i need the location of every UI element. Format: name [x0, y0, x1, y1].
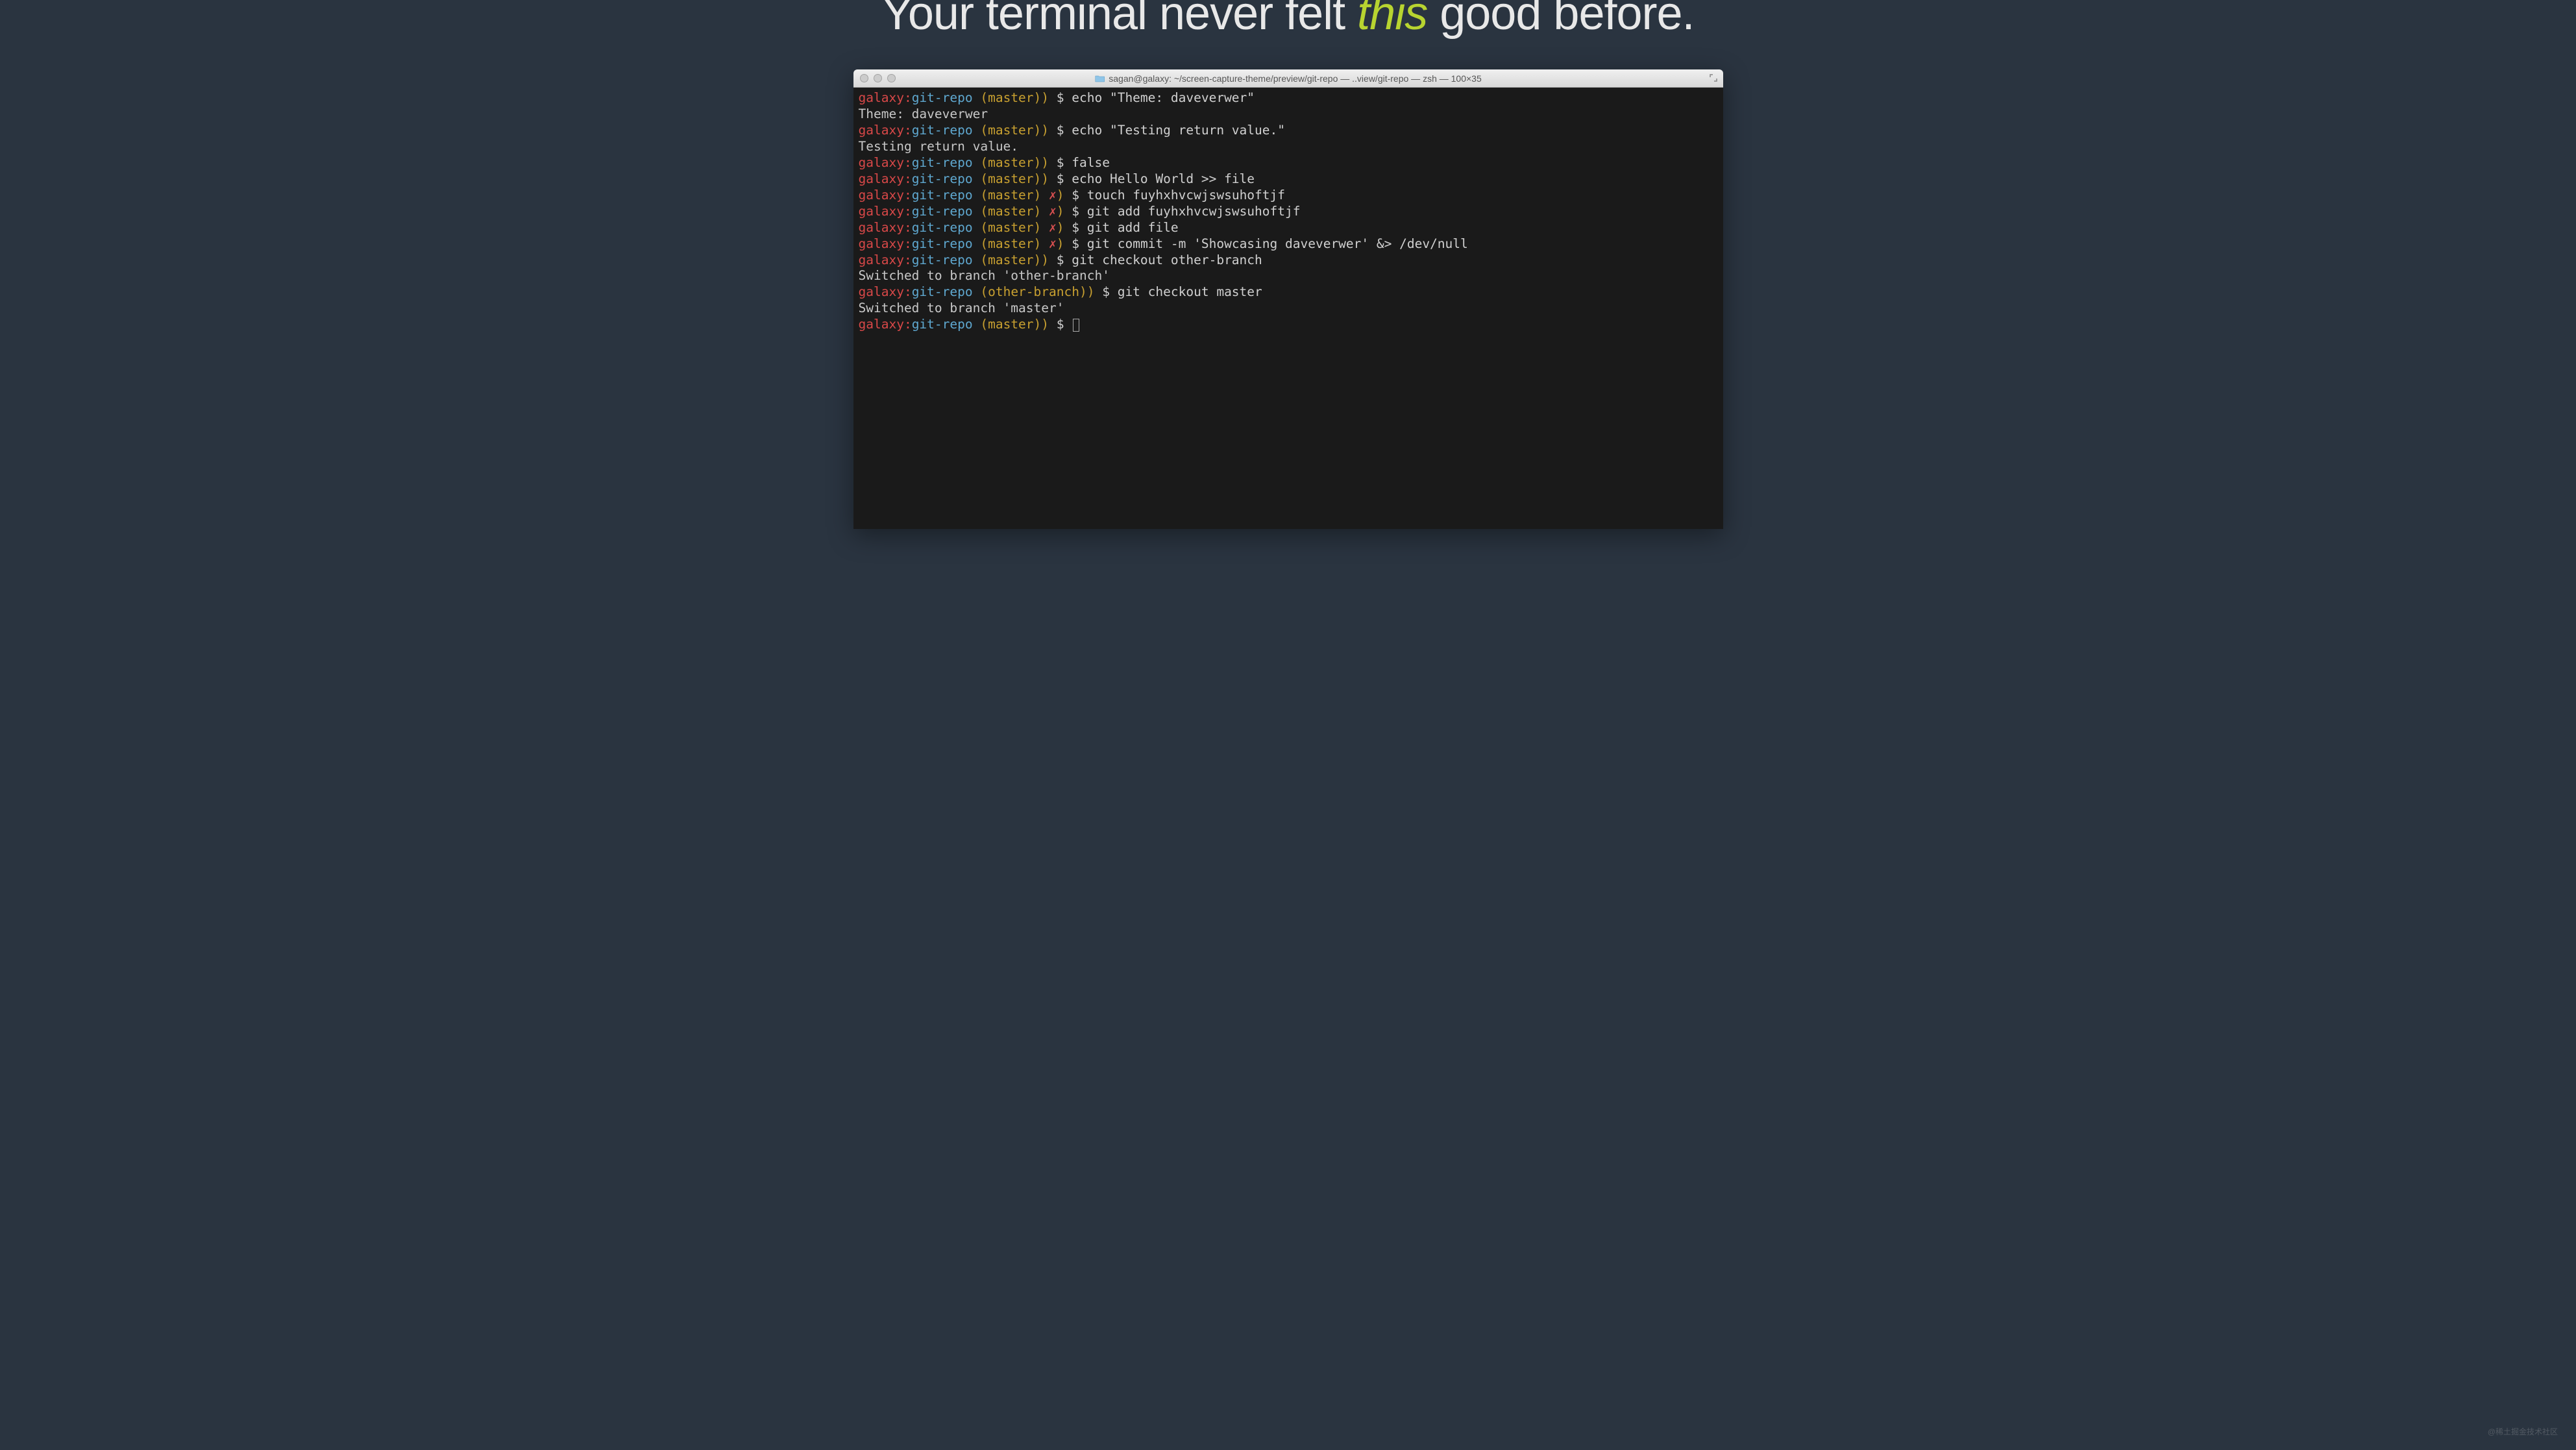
prompt-branch-close: )	[1057, 188, 1064, 203]
terminal-prompt-line: galaxy:git-repo (master)) $	[859, 317, 1718, 333]
prompt-branch-close: )	[1057, 236, 1064, 251]
output-text: Theme: daveverwer	[859, 106, 988, 121]
folder-icon	[1094, 75, 1105, 82]
prompt-host: galaxy:	[859, 284, 912, 299]
zoom-button[interactable]	[887, 74, 896, 82]
terminal-prompt-line: galaxy:git-repo (master) ✗) $ git add fi…	[859, 220, 1718, 236]
terminal-output-line: Switched to branch 'master'	[859, 301, 1718, 317]
prompt-path: git-repo	[912, 284, 981, 299]
prompt-symbol: $	[1049, 123, 1072, 138]
prompt-branch: (master)	[980, 204, 1049, 219]
expand-icon[interactable]	[1709, 73, 1718, 86]
prompt-symbol: $	[1049, 317, 1072, 332]
watermark: @稀土掘金技术社区	[2488, 1426, 2558, 1437]
terminal-prompt-line: galaxy:git-repo (master) ✗) $ touch fuyh…	[859, 188, 1718, 204]
prompt-symbol: $	[1049, 171, 1072, 186]
prompt-host: galaxy:	[859, 188, 912, 203]
terminal-prompt-line: galaxy:git-repo (master)) $ echo "Theme:…	[859, 90, 1718, 106]
headline-before: Your terminal never felt	[881, 0, 1357, 40]
prompt-branch: (master))	[980, 155, 1049, 170]
prompt-path: git-repo	[912, 317, 981, 332]
prompt-host: galaxy:	[859, 155, 912, 170]
prompt-host: galaxy:	[859, 171, 912, 186]
prompt-branch: (master)	[980, 236, 1049, 251]
dirty-marker-icon: ✗	[1049, 188, 1057, 203]
prompt-symbol: $	[1094, 284, 1117, 299]
prompt-branch: (master))	[980, 171, 1049, 186]
prompt-symbol: $	[1049, 155, 1072, 170]
window-title: sagan@galaxy: ~/screen-capture-theme/pre…	[1094, 73, 1482, 84]
prompt-branch: (master)	[980, 220, 1049, 235]
prompt-symbol: $	[1064, 220, 1087, 235]
dirty-marker-icon: ✗	[1049, 220, 1057, 235]
command-text: git commit -m 'Showcasing daveverwer' &>…	[1087, 236, 1468, 251]
headline-after: good before.	[1427, 0, 1694, 40]
prompt-branch-close: )	[1057, 204, 1064, 219]
prompt-symbol: $	[1064, 204, 1087, 219]
prompt-host: galaxy:	[859, 220, 912, 235]
terminal-output-line: Testing return value.	[859, 139, 1718, 155]
prompt-path: git-repo	[912, 123, 981, 138]
terminal-prompt-line: galaxy:git-repo (master) ✗) $ git add fu…	[859, 204, 1718, 220]
terminal-prompt-line: galaxy:git-repo (master)) $ echo "Testin…	[859, 123, 1718, 139]
terminal-prompt-line: galaxy:git-repo (master)) $ false	[859, 155, 1718, 171]
terminal-output-line: Theme: daveverwer	[859, 106, 1718, 123]
command-text: git checkout master	[1118, 284, 1262, 299]
window-titlebar[interactable]: sagan@galaxy: ~/screen-capture-theme/pre…	[853, 69, 1723, 88]
window-title-text: sagan@galaxy: ~/screen-capture-theme/pre…	[1109, 73, 1482, 84]
command-text: touch fuyhxhvcwjswsuhoftjf	[1087, 188, 1285, 203]
prompt-path: git-repo	[912, 236, 981, 251]
prompt-host: galaxy:	[859, 236, 912, 251]
prompt-path: git-repo	[912, 252, 981, 267]
prompt-path: git-repo	[912, 220, 981, 235]
minimize-button[interactable]	[874, 74, 882, 82]
prompt-path: git-repo	[912, 188, 981, 203]
prompt-host: galaxy:	[859, 317, 912, 332]
command-text: echo "Theme: daveverwer"	[1072, 90, 1255, 105]
command-text: echo "Testing return value."	[1072, 123, 1285, 138]
terminal-prompt-line: galaxy:git-repo (master)) $ git checkout…	[859, 252, 1718, 269]
terminal-window: sagan@galaxy: ~/screen-capture-theme/pre…	[853, 69, 1723, 529]
terminal-prompt-line: galaxy:git-repo (master) ✗) $ git commit…	[859, 236, 1718, 252]
terminal-prompt-line: galaxy:git-repo (master)) $ echo Hello W…	[859, 171, 1718, 188]
prompt-host: galaxy:	[859, 90, 912, 105]
command-text: git checkout other-branch	[1072, 252, 1262, 267]
command-text: git add fuyhxhvcwjswsuhoftjf	[1087, 204, 1301, 219]
command-text: false	[1072, 155, 1110, 170]
prompt-symbol: $	[1064, 236, 1087, 251]
command-text: git add file	[1087, 220, 1179, 235]
prompt-branch: (master)	[980, 188, 1049, 203]
prompt-host: galaxy:	[859, 204, 912, 219]
prompt-branch: (other-branch))	[980, 284, 1094, 299]
prompt-branch: (master))	[980, 90, 1049, 105]
prompt-path: git-repo	[912, 204, 981, 219]
prompt-branch: (master))	[980, 123, 1049, 138]
prompt-path: git-repo	[912, 171, 981, 186]
dirty-marker-icon: ✗	[1049, 204, 1057, 219]
output-text: Testing return value.	[859, 139, 1019, 154]
prompt-branch: (master))	[980, 317, 1049, 332]
terminal-prompt-line: galaxy:git-repo (other-branch)) $ git ch…	[859, 284, 1718, 301]
headline-emphasis: this	[1357, 0, 1427, 40]
cursor-icon	[1073, 319, 1079, 332]
terminal-body[interactable]: galaxy:git-repo (master)) $ echo "Theme:…	[853, 88, 1723, 529]
close-button[interactable]	[860, 74, 868, 82]
prompt-symbol: $	[1049, 252, 1072, 267]
page-headline: Your terminal never felt this good befor…	[881, 0, 1694, 40]
output-text: Switched to branch 'other-branch'	[859, 268, 1110, 283]
output-text: Switched to branch 'master'	[859, 301, 1064, 315]
prompt-host: galaxy:	[859, 252, 912, 267]
traffic-lights	[860, 74, 896, 82]
prompt-symbol: $	[1049, 90, 1072, 105]
prompt-path: git-repo	[912, 155, 981, 170]
prompt-branch-close: )	[1057, 220, 1064, 235]
prompt-branch: (master))	[980, 252, 1049, 267]
command-text: echo Hello World >> file	[1072, 171, 1255, 186]
dirty-marker-icon: ✗	[1049, 236, 1057, 251]
prompt-symbol: $	[1064, 188, 1087, 203]
prompt-path: git-repo	[912, 90, 981, 105]
prompt-host: galaxy:	[859, 123, 912, 138]
terminal-output-line: Switched to branch 'other-branch'	[859, 268, 1718, 284]
